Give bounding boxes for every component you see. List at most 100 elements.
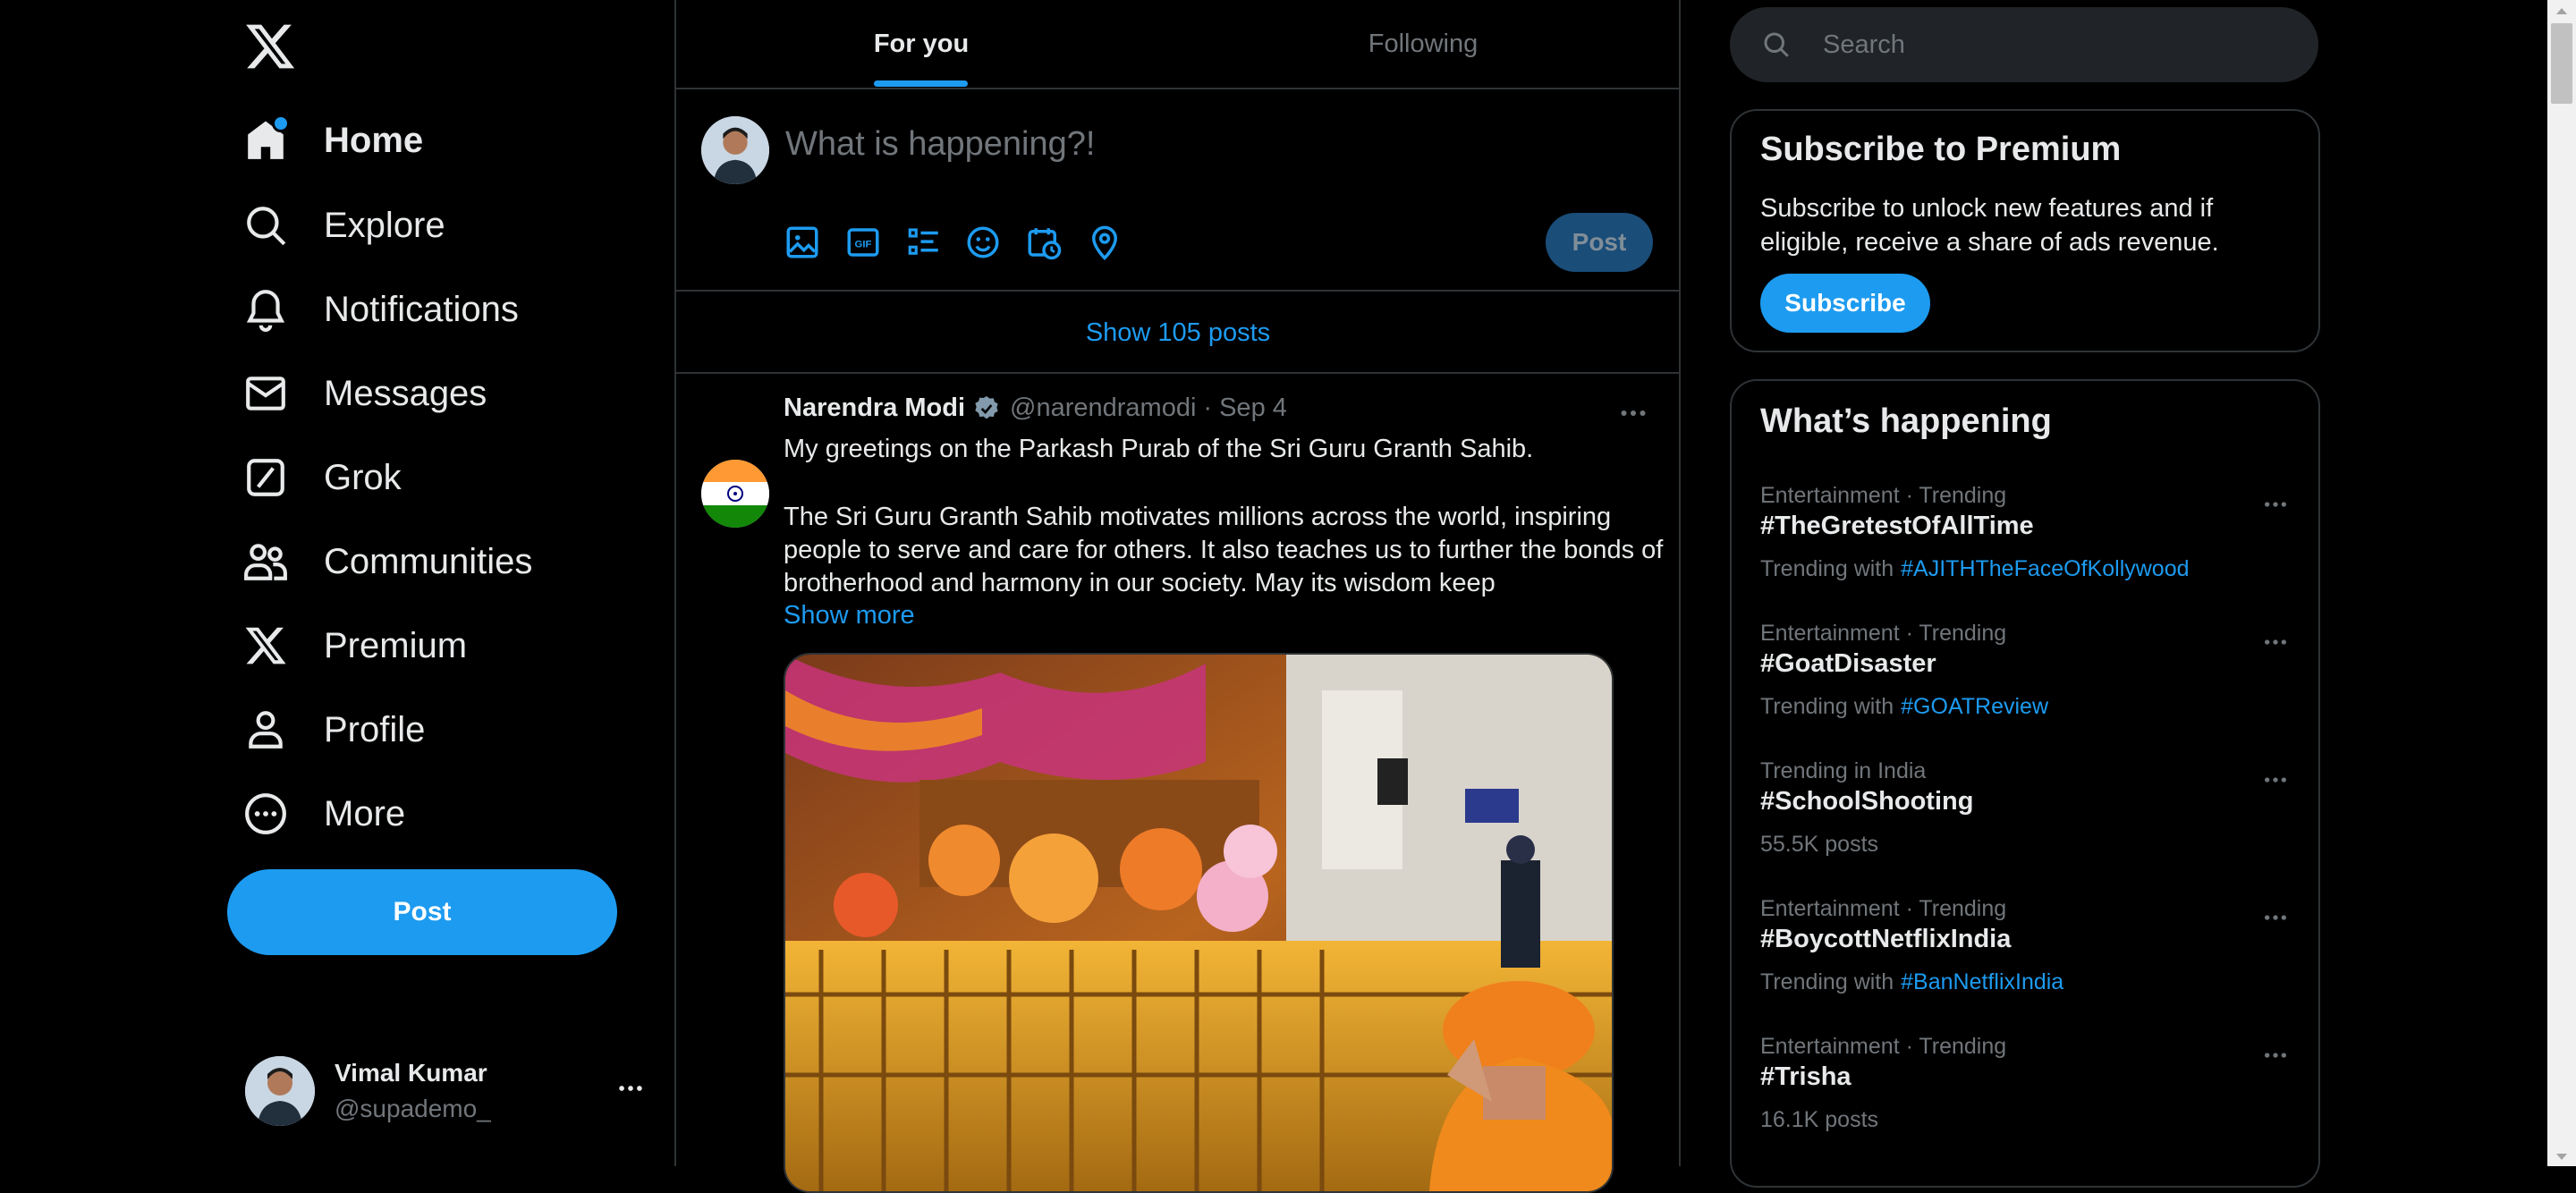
more-horizontal-icon[interactable]: [2261, 766, 2290, 794]
sidebar-item-label: Premium: [324, 625, 468, 665]
x-logo-icon: [243, 623, 288, 668]
verified-badge-icon: [972, 394, 1001, 423]
sidebar-item-communities[interactable]: Communities: [243, 526, 532, 597]
tab-for-you[interactable]: For you: [676, 0, 1166, 88]
tweet-text-line: The Sri Guru Granth Sahib motivates mill…: [784, 503, 1612, 531]
active-tab-indicator: [874, 80, 968, 87]
search-box[interactable]: Search: [1730, 7, 2318, 82]
divider: [676, 290, 1680, 292]
subscribe-button[interactable]: Subscribe: [1760, 274, 1930, 333]
more-horizontal-icon[interactable]: [1617, 397, 1649, 429]
bell-icon: [243, 287, 288, 332]
tweet-text-line: My greetings on the Parkash Purab of the…: [784, 435, 1534, 463]
sidebar-item-messages[interactable]: Messages: [243, 358, 487, 429]
sidebar-item-profile[interactable]: Profile: [243, 694, 425, 766]
column-divider: [1679, 0, 1681, 1166]
sidebar-item-more[interactable]: More: [243, 778, 405, 850]
tweet-text-line: brotherhood and harmony in our society. …: [784, 569, 1496, 597]
post-button[interactable]: Post: [227, 869, 617, 955]
trend-context: Trending in India: [1760, 758, 1927, 783]
schedule-icon[interactable]: [1025, 224, 1063, 261]
trend-subtitle: 16.1K posts: [1760, 1107, 1879, 1132]
home-icon: [243, 114, 290, 163]
image-icon[interactable]: [784, 224, 821, 261]
sidebar-item-premium[interactable]: Premium: [243, 610, 467, 681]
trend-item[interactable]: Entertainment · Trending #GoatDisaster T…: [1732, 621, 2318, 755]
tweet-date[interactable]: Sep 4: [1219, 393, 1287, 423]
trend-link[interactable]: #AJITHTheFaceOfKollywood: [1901, 556, 2189, 581]
more-horizontal-icon[interactable]: [2261, 1041, 2290, 1070]
avatar: [245, 1056, 315, 1126]
more-horizontal-icon[interactable]: [2261, 490, 2290, 519]
more-horizontal-icon[interactable]: [2261, 903, 2290, 932]
search-input[interactable]: Search: [1823, 30, 1905, 60]
more-horizontal-icon[interactable]: [2261, 628, 2290, 656]
grok-icon: [243, 455, 288, 500]
scroll-down-arrow-icon[interactable]: [2555, 1152, 2569, 1163]
people-icon: [243, 539, 288, 584]
sidebar-item-label: More: [324, 793, 406, 833]
x-logo-icon[interactable]: [243, 20, 297, 73]
trend-link[interactable]: #BanNetflixIndia: [1901, 969, 2063, 994]
more-circle-icon: [243, 791, 288, 836]
poll-icon[interactable]: [905, 224, 943, 261]
show-more-link[interactable]: Show more: [784, 601, 915, 630]
divider: [676, 372, 1680, 374]
trend-subtitle: Trending with: [1760, 556, 1894, 581]
sidebar-item-grok[interactable]: Grok: [243, 442, 402, 513]
trend-subtitle: Trending with: [1760, 694, 1894, 719]
scrollbar[interactable]: [2547, 0, 2576, 1166]
show-new-posts-link[interactable]: Show 105 posts: [676, 293, 1680, 372]
sidebar-item-label: Explore: [324, 205, 445, 245]
account-switcher[interactable]: Vimal Kumar @supademo_: [245, 1052, 646, 1130]
trend-tag: #SchoolShooting: [1760, 787, 1974, 816]
search-icon: [243, 203, 288, 248]
sidebar-item-explore[interactable]: Explore: [243, 190, 445, 261]
trend-item[interactable]: Trending in India #SchoolShooting 55.5K …: [1732, 758, 2318, 893]
svg-text:GIF: GIF: [855, 240, 872, 250]
divider: [676, 88, 1680, 89]
tweet-handle[interactable]: @narendramodi: [1010, 393, 1196, 423]
sidebar-item-label: Notifications: [324, 289, 519, 329]
avatar[interactable]: [701, 460, 769, 528]
premium-card: Subscribe to Premium Subscribe to unlock…: [1730, 109, 2320, 352]
avatar[interactable]: [701, 116, 769, 184]
trend-context: Entertainment · Trending: [1760, 896, 2007, 921]
gif-icon[interactable]: GIF: [844, 224, 882, 261]
mail-icon: [243, 371, 288, 416]
compose-post-button[interactable]: Post: [1546, 213, 1653, 272]
trend-tag: #GoatDisaster: [1760, 649, 1936, 678]
trend-subtitle: Trending with: [1760, 969, 1894, 994]
sidebar-item-label: Communities: [324, 541, 533, 581]
compose-input[interactable]: What is happening?!: [785, 125, 1095, 164]
tweet-header: Narendra Modi @narendramodi · Sep 4: [784, 393, 1287, 423]
person-icon: [243, 707, 288, 752]
whats-happening-title: What’s happening: [1760, 402, 2052, 440]
scroll-up-arrow-icon[interactable]: [2555, 5, 2569, 16]
trend-item[interactable]: Entertainment · Trending #Trisha 16.1K p…: [1732, 1034, 2318, 1168]
more-horizontal-icon[interactable]: [615, 1073, 646, 1104]
premium-description: Subscribe to unlock new features and if …: [1760, 194, 2219, 257]
tweet-author[interactable]: Narendra Modi: [784, 393, 965, 423]
emoji-icon[interactable]: [964, 224, 1002, 261]
trend-context: Entertainment · Trending: [1760, 621, 2007, 646]
tab-following[interactable]: Following: [1166, 0, 1680, 88]
account-handle: @supademo_: [335, 1095, 491, 1122]
tweet-text-line: people to serve and care for others. It …: [784, 536, 1664, 564]
trend-item[interactable]: Entertainment · Trending #BoycottNetflix…: [1732, 896, 2318, 1030]
scrollbar-thumb[interactable]: [2551, 23, 2572, 104]
location-icon[interactable]: [1086, 224, 1123, 261]
tweet-image[interactable]: [784, 653, 1614, 1193]
sidebar-item-home[interactable]: Home: [243, 105, 423, 176]
column-divider: [674, 0, 676, 1166]
whats-happening-card: What’s happening Entertainment · Trendin…: [1730, 379, 2320, 1188]
sidebar-item-notifications[interactable]: Notifications: [243, 274, 519, 345]
sidebar-item-label: Grok: [324, 457, 402, 497]
trend-item[interactable]: Entertainment · Trending #TheGretestOfAl…: [1732, 483, 2318, 617]
trend-context: Entertainment · Trending: [1760, 483, 2007, 508]
account-name: Vimal Kumar: [335, 1059, 487, 1087]
trend-context: Entertainment · Trending: [1760, 1034, 2007, 1059]
sidebar-item-label: Home: [324, 120, 424, 160]
trend-link[interactable]: #GOATReview: [1901, 694, 2048, 719]
sidebar-item-label: Messages: [324, 373, 487, 413]
